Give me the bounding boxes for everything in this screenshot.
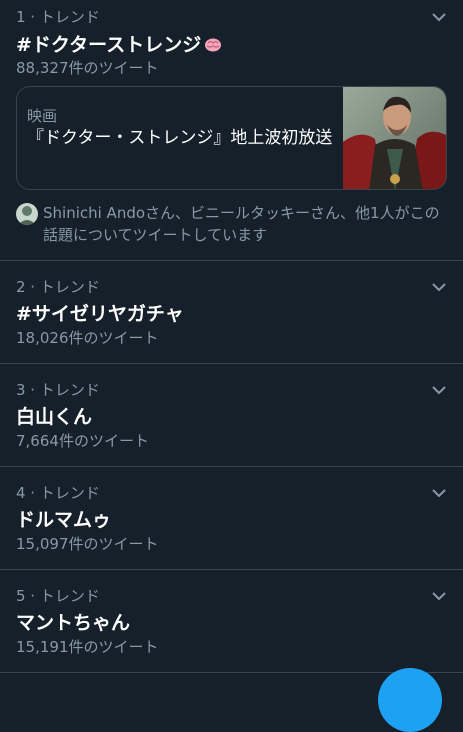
news-card[interactable]: 映画 『ドクター・ストレンジ』地上波初放送 xyxy=(16,86,447,190)
trend-tweet-count: 88,327件のツイート xyxy=(16,59,159,77)
trend-item-5[interactable]: 5 · トレンド マントちゃん 15,191件のツイート xyxy=(0,570,463,673)
trend-title: マントちゃん xyxy=(16,612,131,634)
trend-tweet-count: 15,097件のツイート xyxy=(16,535,159,553)
trend-title-row: #ドクターストレンジ xyxy=(16,30,223,57)
chevron-down-icon[interactable] xyxy=(429,589,449,603)
trend-meta: 4 · トレンド xyxy=(16,484,100,502)
chevron-down-icon[interactable] xyxy=(429,280,449,294)
trend-tweet-count: 15,191件のツイート xyxy=(16,638,159,656)
card-thumbnail xyxy=(343,87,446,189)
trend-title: ドルマムゥ xyxy=(16,509,112,531)
card-headline: 『ドクター・ストレンジ』地上波初放送 xyxy=(27,128,333,148)
trend-tweet-count: 7,664件のツイート xyxy=(16,432,149,450)
trend-meta: 5 · トレンド xyxy=(16,587,100,605)
chevron-down-icon[interactable] xyxy=(429,486,449,500)
trend-item-1[interactable]: 1 · トレンド #ドクターストレンジ 88,327件のツイート 映画 『ドクタ… xyxy=(0,0,463,261)
card-category: 映画 xyxy=(27,107,58,125)
avatar xyxy=(16,203,38,225)
trend-title: #サイゼリヤガチャ xyxy=(16,303,184,325)
brain-emoji-icon xyxy=(203,34,223,54)
trend-meta: 2 · トレンド xyxy=(16,278,100,296)
trend-item-3[interactable]: 3 · トレンド 白山くん 7,664件のツイート xyxy=(0,364,463,467)
chevron-down-icon[interactable] xyxy=(429,10,449,24)
trend-meta: 1 · トレンド xyxy=(16,8,100,26)
compose-tweet-button[interactable] xyxy=(378,668,442,732)
trend-meta: 3 · トレンド xyxy=(16,381,100,399)
trend-title: #ドクターストレンジ xyxy=(16,34,202,56)
context-text: Shinichi Andoさん、ビニールタッキーさん、他1人がこの話題についてツ… xyxy=(43,204,440,244)
trend-item-4[interactable]: 4 · トレンド ドルマムゥ 15,097件のツイート xyxy=(0,467,463,570)
trend-tweet-count: 18,026件のツイート xyxy=(16,329,159,347)
chevron-down-icon[interactable] xyxy=(429,383,449,397)
trend-title: 白山くん xyxy=(16,406,93,428)
trend-item-2[interactable]: 2 · トレンド #サイゼリヤガチャ 18,026件のツイート xyxy=(0,261,463,364)
